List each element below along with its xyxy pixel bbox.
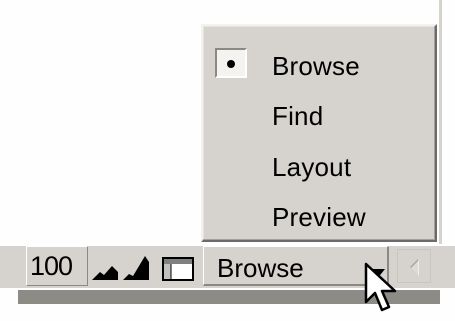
zoom-in-mountain-icon — [123, 256, 149, 280]
bullet-check-icon — [227, 60, 235, 68]
menu-item-preview[interactable]: Preview — [203, 193, 435, 241]
zoom-out-button[interactable] — [90, 250, 120, 284]
menu-item-label: Layout — [272, 152, 352, 182]
menu-item-label: Browse — [272, 51, 360, 81]
mode-select[interactable]: Browse — [203, 246, 389, 286]
menu-item-check-indicator — [215, 48, 247, 78]
zoom-level-field[interactable]: 100 — [26, 246, 88, 286]
menu-item-label: Find — [272, 101, 324, 131]
menu-item-browse[interactable]: Browse — [203, 42, 435, 90]
status-area-toggle-icon — [162, 257, 194, 281]
menu-item-find[interactable]: Find — [203, 92, 435, 140]
mode-popup-menu: Browse Find Layout Preview — [201, 24, 437, 242]
zoom-in-button[interactable] — [121, 250, 151, 284]
mode-select-value: Browse — [217, 253, 304, 283]
menu-item-layout[interactable]: Layout — [203, 143, 435, 191]
menu-item-label: Preview — [272, 202, 366, 232]
mouse-pointer-icon — [364, 262, 397, 312]
status-area-toggle-button[interactable] — [159, 250, 199, 284]
zoom-out-mountain-icon — [92, 266, 118, 280]
